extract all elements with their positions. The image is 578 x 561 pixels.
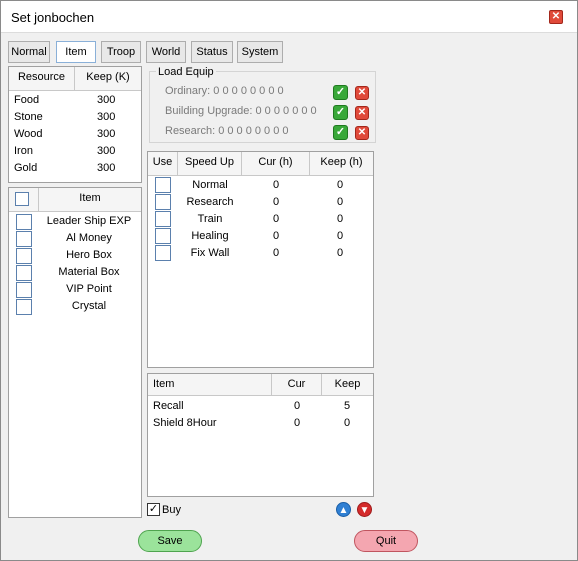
load-equip-ordinary: Ordinary: 0 0 0 0 0 0 0 0 [165,85,284,97]
speedup-keep[interactable]: 0 [310,196,370,208]
check-icon[interactable]: ✓ [333,125,348,140]
tab-world[interactable]: World [146,41,186,63]
item-name: Crystal [71,300,107,312]
speedup-cur: 0 [272,230,280,242]
speedup-keep[interactable]: 0 [310,230,370,242]
use-checkbox[interactable] [155,228,171,244]
keep-h-column-header[interactable]: Keep (h) [310,152,373,175]
speedup-name: Research [186,196,234,208]
x-icon[interactable]: ✕ [355,106,369,120]
x-icon[interactable]: ✕ [355,126,369,140]
item-name: Hero Box [66,249,112,261]
items-header: Item [9,188,141,212]
cur-h-column-header[interactable]: Cur (h) [242,152,310,175]
speedup-cur: 0 [272,196,280,208]
load-equip-research: Research: 0 0 0 0 0 0 0 0 [165,125,289,137]
load-equip-building-upgrade: Building Upgrade: 0 0 0 0 0 0 0 [165,105,317,117]
resources-table: Resource Keep (K) Food 300 Stone 300 Woo… [8,66,142,183]
item-stock-name: Shield 8Hour [153,417,217,429]
speedup-keep[interactable]: 0 [310,179,370,191]
resource-keep[interactable]: 300 [97,128,115,140]
tab-status[interactable]: Status [191,41,233,63]
speedup-table: Use Speed Up Cur (h) Keep (h) Normal 0 0… [147,151,374,368]
save-button[interactable]: Save [138,530,202,552]
item-stock-cur: 0 [293,400,301,412]
select-all-checkbox[interactable] [15,192,29,206]
speedup-keep[interactable]: 0 [310,247,370,259]
x-icon[interactable]: ✕ [355,86,369,100]
check-icon[interactable]: ✓ [333,85,348,100]
close-icon[interactable]: ✕ [549,10,563,24]
keep-column-header[interactable]: Keep (K) [75,67,141,90]
speedup-cur: 0 [272,247,280,259]
speedup-name: Fix Wall [190,247,230,259]
dialog-window: Set jonbochen ✕ Normal Item Troop World … [0,0,578,561]
tab-item[interactable]: Item [56,41,96,63]
item-stock-cur-header[interactable]: Cur [272,374,322,395]
speedup-cur: 0 [272,179,280,191]
item-checkbox[interactable] [16,299,32,315]
resource-name: Gold [14,162,38,174]
item-checkbox[interactable] [16,231,32,247]
load-equip-group: Load Equip Ordinary: 0 0 0 0 0 0 0 0 ✓ ✕… [149,66,376,143]
item-checkbox[interactable] [16,248,32,264]
title-bar: Set jonbochen ✕ [1,1,577,33]
use-column-header[interactable]: Use [148,152,178,175]
load-equip-title: Load Equip [156,66,216,78]
resource-name: Wood [14,128,43,140]
window-title: Set jonbochen [11,10,95,25]
speedup-name: Normal [192,179,228,191]
item-name: Leader Ship EXP [46,215,132,227]
use-checkbox[interactable] [155,245,171,261]
resource-keep[interactable]: 300 [97,145,115,157]
tab-system[interactable]: System [237,41,283,63]
item-name: Material Box [58,266,120,278]
item-checkbox[interactable] [16,214,32,230]
item-name: Al Money [66,232,112,244]
tab-troop[interactable]: Troop [101,41,141,63]
select-all-column [9,188,39,211]
speedup-name: Healing [191,230,229,242]
item-stock-keep-header[interactable]: Keep [322,374,373,395]
item-checkbox[interactable] [16,282,32,298]
item-stock-item-header[interactable]: Item [148,374,272,395]
item-stock-header: Item Cur Keep [148,374,373,396]
buy-checkbox[interactable]: ✓ [147,503,160,516]
resource-name: Stone [14,111,43,123]
item-name: VIP Point [66,283,112,295]
speedup-keep[interactable]: 0 [310,213,370,225]
quit-button[interactable]: Quit [354,530,418,552]
speedup-column-header[interactable]: Speed Up [178,152,242,175]
item-stock-table: Item Cur Keep Recall 0 5 Shield 8Hour 0 … [147,373,374,497]
use-checkbox[interactable] [155,211,171,227]
item-checkbox[interactable] [16,265,32,281]
resource-keep[interactable]: 300 [97,111,115,123]
speedup-cur: 0 [272,213,280,225]
tab-normal[interactable]: Normal [8,41,50,63]
resource-keep[interactable]: 300 [97,94,115,106]
resource-keep[interactable]: 300 [97,162,115,174]
items-list: Item Leader Ship EXP Al Money Hero Box M… [8,187,142,518]
resource-name: Food [14,94,40,106]
item-column-header[interactable]: Item [39,188,141,211]
use-checkbox[interactable] [155,177,171,193]
resources-header: Resource Keep (K) [9,67,141,91]
item-stock-name: Recall [153,400,184,412]
speedup-header: Use Speed Up Cur (h) Keep (h) [148,152,373,176]
item-stock-keep[interactable]: 0 [322,417,372,429]
resource-name: Iron [14,145,33,157]
item-stock-cur: 0 [293,417,301,429]
speedup-name: Train [197,213,223,225]
resource-column-header[interactable]: Resource [9,67,75,90]
buy-label: Buy [162,504,181,516]
item-stock-keep[interactable]: 5 [322,400,372,412]
arrow-down-icon[interactable]: ▼ [357,502,372,517]
check-icon[interactable]: ✓ [333,105,348,120]
use-checkbox[interactable] [155,194,171,210]
arrow-up-icon[interactable]: ▲ [336,502,351,517]
